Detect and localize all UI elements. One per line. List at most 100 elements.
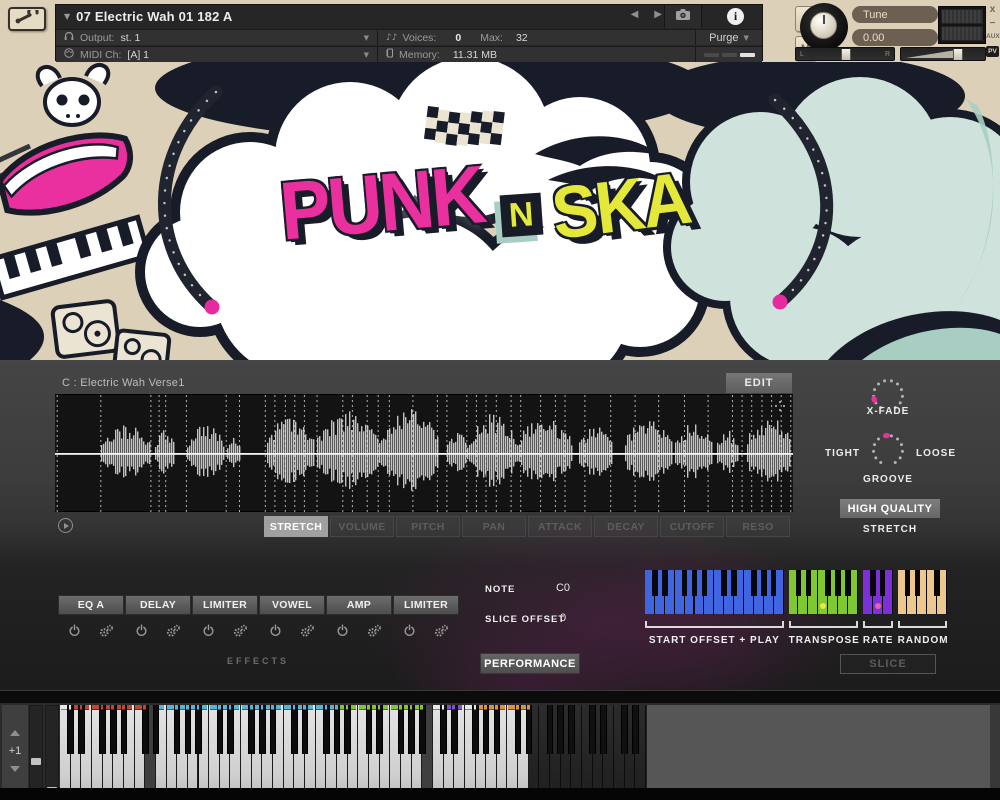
gear-icon[interactable] — [433, 624, 449, 643]
mini-key-black[interactable] — [845, 570, 851, 596]
mini-key-black[interactable] — [721, 570, 727, 596]
piano-key-black[interactable] — [185, 705, 192, 754]
piano-key-black[interactable] — [291, 705, 298, 754]
minimize-button[interactable]: − — [986, 18, 999, 29]
pan-slider[interactable]: L R — [795, 47, 895, 61]
high-quality-button[interactable]: HIGH QUALITY — [840, 499, 940, 518]
midi-channel-select[interactable]: MIDI Ch: [A] 1 ▼ — [56, 47, 378, 62]
mini-key-black[interactable] — [731, 570, 737, 596]
gear-icon[interactable] — [366, 624, 382, 643]
piano-key-black[interactable] — [451, 705, 458, 754]
piano-key-black[interactable] — [67, 705, 74, 754]
effect-button-delay[interactable]: DELAY — [125, 595, 191, 615]
effect-button-limiter[interactable]: LIMITER — [192, 595, 258, 615]
tune-value-box[interactable]: 0.00 — [852, 29, 938, 46]
snapshot-camera-button[interactable] — [664, 5, 702, 28]
mini-key-black[interactable] — [870, 570, 876, 596]
tune-knob[interactable] — [800, 3, 848, 51]
piano-key-black[interactable] — [483, 705, 490, 754]
wrench-edit-button[interactable] — [8, 7, 46, 31]
power-icon[interactable] — [403, 624, 416, 643]
tab-attack[interactable]: ATTACK — [528, 516, 592, 537]
octave-up-icon[interactable] — [10, 730, 20, 736]
pv-button[interactable]: PV — [986, 46, 999, 57]
piano-keyboard[interactable] — [60, 705, 646, 798]
mini-key-black[interactable] — [692, 570, 698, 596]
piano-key-black[interactable] — [526, 705, 533, 754]
piano-key-black[interactable] — [440, 705, 447, 754]
piano-key-black[interactable] — [153, 705, 160, 754]
aux-button[interactable]: AUX — [986, 33, 999, 40]
power-icon[interactable] — [202, 624, 215, 643]
piano-key-black[interactable] — [121, 705, 128, 754]
effect-button-amp[interactable]: AMP — [326, 595, 392, 615]
waveform-display[interactable] — [55, 394, 793, 512]
piano-key-black[interactable] — [557, 705, 564, 754]
output-select[interactable]: Output: st. 1 ▼ — [56, 30, 378, 45]
piano-key-black[interactable] — [589, 705, 596, 754]
close-button[interactable]: x — [986, 4, 999, 15]
prev-instrument-icon[interactable]: ◀ — [631, 9, 639, 20]
mini-key-black[interactable] — [880, 570, 886, 596]
gear-icon[interactable] — [232, 624, 248, 643]
next-instrument-icon[interactable]: ▶ — [654, 9, 662, 20]
mini-key-black[interactable] — [796, 570, 802, 596]
power-icon[interactable] — [269, 624, 282, 643]
gear-icon[interactable] — [98, 624, 114, 643]
keyboard-scrollbar-2[interactable] — [45, 705, 59, 796]
piano-key-black[interactable] — [248, 705, 255, 754]
purge-menu[interactable]: Purge ▼ — [696, 30, 762, 45]
slice-offset-value[interactable]: 0 — [543, 612, 583, 624]
piano-key-black[interactable] — [227, 705, 234, 754]
mini-key-black[interactable] — [682, 570, 688, 596]
volume-slider[interactable] — [900, 47, 986, 61]
piano-key-black[interactable] — [99, 705, 106, 754]
piano-key-black[interactable] — [376, 705, 383, 754]
tab-stretch[interactable]: STRETCH — [264, 516, 328, 537]
mini-key-black[interactable] — [915, 570, 921, 596]
volume-handle[interactable] — [953, 49, 963, 60]
piano-key-black[interactable] — [472, 705, 479, 754]
piano-key-black[interactable] — [78, 705, 85, 754]
power-icon[interactable] — [68, 624, 81, 643]
mini-key-black[interactable] — [806, 570, 812, 596]
piano-key-black[interactable] — [632, 705, 639, 754]
piano-key-black[interactable] — [195, 705, 202, 754]
octave-down-icon[interactable] — [10, 766, 20, 772]
tab-pan[interactable]: PAN — [462, 516, 526, 537]
tab-decay[interactable]: DECAY — [594, 516, 658, 537]
drag-handle-icon[interactable] — [775, 401, 785, 411]
piano-key-black[interactable] — [408, 705, 415, 754]
power-icon[interactable] — [135, 624, 148, 643]
power-icon[interactable] — [336, 624, 349, 643]
note-value[interactable]: C0 — [543, 582, 583, 594]
piano-key-black[interactable] — [621, 705, 628, 754]
effect-button-vowel[interactable]: VOWEL — [259, 595, 325, 615]
mini-key-black[interactable] — [662, 570, 668, 596]
piano-key-black[interactable] — [419, 705, 426, 754]
pan-handle[interactable] — [841, 49, 851, 60]
info-button[interactable]: i — [727, 8, 744, 25]
slice-button[interactable]: SLICE — [840, 654, 936, 674]
piano-key-black[interactable] — [344, 705, 351, 754]
mini-key-black[interactable] — [652, 570, 658, 596]
gear-icon[interactable] — [165, 624, 181, 643]
play-button[interactable] — [58, 518, 73, 533]
piano-key-black[interactable] — [494, 705, 501, 754]
piano-key-black[interactable] — [515, 705, 522, 754]
piano-key-black[interactable] — [334, 705, 341, 754]
mini-key-black[interactable] — [825, 570, 831, 596]
piano-key-black[interactable] — [547, 705, 554, 754]
mini-key-black[interactable] — [751, 570, 757, 596]
groove-knob[interactable] — [868, 430, 908, 470]
mini-key-black[interactable] — [771, 570, 777, 596]
performance-button[interactable]: PERFORMANCE — [480, 653, 580, 674]
gear-icon[interactable] — [299, 624, 315, 643]
piano-key-black[interactable] — [110, 705, 117, 754]
piano-key-black[interactable] — [259, 705, 266, 754]
collapse-caret-icon[interactable]: ▼ — [64, 12, 70, 21]
piano-key-black[interactable] — [323, 705, 330, 754]
piano-key-black[interactable] — [174, 705, 181, 754]
piano-key-black[interactable] — [366, 705, 373, 754]
piano-key-black[interactable] — [270, 705, 277, 754]
